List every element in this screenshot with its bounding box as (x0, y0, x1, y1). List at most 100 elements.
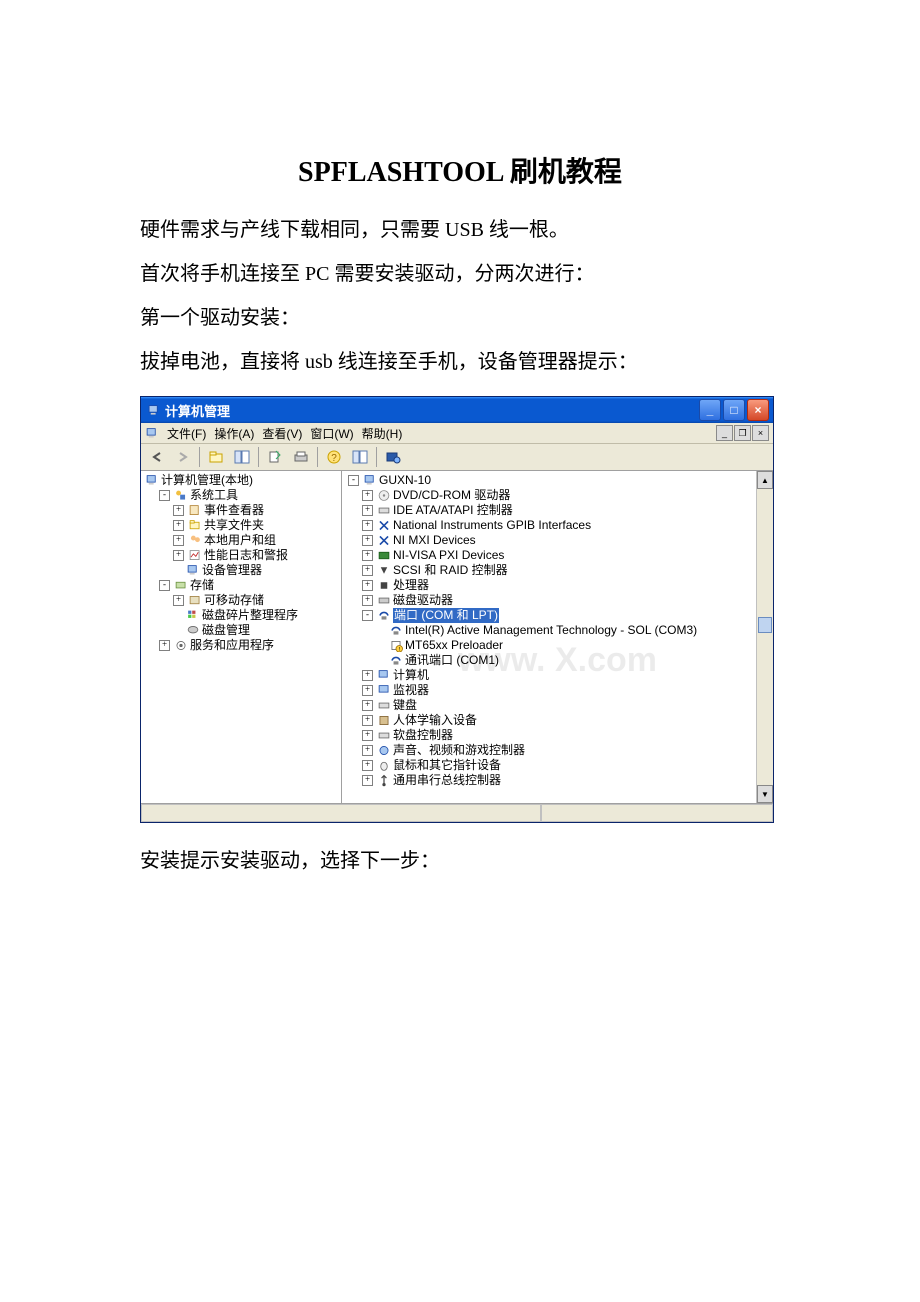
expand-icon[interactable]: + (362, 595, 373, 606)
menu-file[interactable]: 文件(F) (167, 425, 206, 442)
expand-icon[interactable]: + (362, 745, 373, 756)
menu-window[interactable]: 窗口(W) (310, 425, 353, 442)
storage-icon (174, 579, 188, 592)
back-button[interactable] (145, 445, 169, 469)
menu-action[interactable]: 操作(A) (214, 425, 254, 442)
scroll-down-button[interactable]: ▼ (757, 785, 773, 803)
expand-icon[interactable]: + (362, 775, 373, 786)
device-ports[interactable]: 端口 (COM 和 LPT) (393, 608, 499, 623)
svg-text:?: ? (331, 453, 337, 464)
window-titlebar[interactable]: 计算机管理 _ □ × (141, 397, 773, 423)
device-usb[interactable]: 通用串行总线控制器 (393, 773, 501, 788)
expand-icon[interactable]: + (173, 595, 184, 606)
mdi-close-button[interactable]: × (752, 425, 769, 441)
device-com1[interactable]: 通讯端口 (COM1) (405, 653, 499, 668)
expand-icon[interactable]: + (159, 640, 170, 651)
device-manager-icon (186, 564, 200, 577)
tree-local-users[interactable]: 本地用户和组 (204, 533, 276, 548)
left-tree-pane[interactable]: 计算机管理(本地) - 系统工具 + 事件查看器 + 共享文件夹 + 本地用户和组 + 性… (141, 471, 342, 803)
device-disk-drives[interactable]: 磁盘驱动器 (393, 593, 453, 608)
scroll-track[interactable] (757, 489, 773, 785)
device-sound[interactable]: 声音、视频和游戏控制器 (393, 743, 525, 758)
print-button[interactable] (289, 445, 313, 469)
device-processor[interactable]: 处理器 (393, 578, 429, 593)
tree-root[interactable]: 计算机管理(本地) (161, 473, 253, 488)
device-ni-visa[interactable]: NI-VISA PXI Devices (393, 548, 504, 563)
device-ni-mxi[interactable]: NI MXI Devices (393, 533, 476, 548)
help-button[interactable]: ? (322, 445, 346, 469)
expand-icon[interactable]: + (173, 520, 184, 531)
toolbar: ? (141, 444, 773, 471)
collapse-icon[interactable]: - (159, 580, 170, 591)
tree-removable-storage[interactable]: 可移动存储 (204, 593, 264, 608)
tree-device-manager[interactable]: 设备管理器 (202, 563, 262, 578)
maximize-button[interactable]: □ (723, 399, 745, 421)
refresh-button[interactable] (348, 445, 372, 469)
computer-icon (363, 474, 377, 487)
tree-storage[interactable]: 存储 (190, 578, 214, 593)
expand-icon[interactable]: + (362, 700, 373, 711)
mdi-restore-button[interactable]: ❐ (734, 425, 751, 441)
tree-performance[interactable]: 性能日志和警报 (204, 548, 288, 563)
expand-icon[interactable]: + (362, 550, 373, 561)
device-computer-name[interactable]: GUXN-10 (379, 473, 431, 488)
scan-hardware-button[interactable] (381, 445, 405, 469)
right-device-tree-pane[interactable]: - GUXN-10 + DVD/CD-ROM 驱动器 + IDE ATA/ATAPI … (342, 471, 773, 803)
computer-icon (145, 427, 159, 440)
device-computers[interactable]: 计算机 (393, 668, 429, 683)
expand-icon[interactable]: + (173, 505, 184, 516)
expand-icon[interactable]: + (362, 565, 373, 576)
tree-shared-folders[interactable]: 共享文件夹 (204, 518, 264, 533)
expand-icon[interactable]: + (362, 685, 373, 696)
device-floppy-controller[interactable]: 软盘控制器 (393, 728, 453, 743)
expand-icon[interactable]: + (173, 535, 184, 546)
unknown-device-icon: ! (389, 639, 403, 652)
expand-icon[interactable]: + (362, 520, 373, 531)
tree-event-viewer[interactable]: 事件查看器 (204, 503, 264, 518)
expand-icon[interactable]: + (362, 715, 373, 726)
expand-icon[interactable]: + (362, 760, 373, 771)
device-intel-amt[interactable]: Intel(R) Active Management Technology - … (405, 623, 697, 638)
expand-icon[interactable]: + (362, 670, 373, 681)
expand-icon[interactable]: + (362, 535, 373, 546)
up-button[interactable] (204, 445, 228, 469)
expand-icon[interactable]: + (173, 550, 184, 561)
menu-view[interactable]: 查看(V) (262, 425, 302, 442)
show-hide-button[interactable] (230, 445, 254, 469)
device-mt65xx-preloader[interactable]: MT65xx Preloader (405, 638, 503, 653)
gpib-icon (377, 519, 391, 532)
minimize-button[interactable]: _ (699, 399, 721, 421)
tree-disk-defrag[interactable]: 磁盘碎片整理程序 (202, 608, 298, 623)
collapse-icon[interactable]: - (362, 610, 373, 621)
vertical-scrollbar[interactable]: ▲ ▼ (756, 471, 773, 803)
services-icon (174, 639, 188, 652)
tree-services-apps[interactable]: 服务和应用程序 (190, 638, 274, 653)
processor-icon (377, 579, 391, 592)
defrag-icon (186, 609, 200, 622)
tree-system-tools[interactable]: 系统工具 (190, 488, 238, 503)
status-bar (141, 803, 773, 822)
device-dvd[interactable]: DVD/CD-ROM 驱动器 (393, 488, 510, 503)
expand-icon[interactable]: + (362, 730, 373, 741)
forward-button[interactable] (171, 445, 195, 469)
close-button[interactable]: × (747, 399, 769, 421)
device-hid[interactable]: 人体学输入设备 (393, 713, 477, 728)
expand-icon[interactable]: + (362, 580, 373, 591)
menu-help[interactable]: 帮助(H) (362, 425, 403, 442)
tree-disk-management[interactable]: 磁盘管理 (202, 623, 250, 638)
device-keyboards[interactable]: 键盘 (393, 698, 417, 713)
mouse-icon (377, 759, 391, 772)
scroll-up-button[interactable]: ▲ (757, 471, 773, 489)
expand-icon[interactable]: + (362, 505, 373, 516)
device-gpib[interactable]: National Instruments GPIB Interfaces (393, 518, 591, 533)
scroll-thumb[interactable] (758, 617, 772, 633)
device-monitors[interactable]: 监视器 (393, 683, 429, 698)
device-scsi[interactable]: SCSI 和 RAID 控制器 (393, 563, 508, 578)
collapse-icon[interactable]: - (159, 490, 170, 501)
collapse-icon[interactable]: - (348, 475, 359, 486)
device-ide[interactable]: IDE ATA/ATAPI 控制器 (393, 503, 513, 518)
expand-icon[interactable]: + (362, 490, 373, 501)
device-mouse[interactable]: 鼠标和其它指针设备 (393, 758, 501, 773)
mdi-minimize-button[interactable]: _ (716, 425, 733, 441)
properties-button[interactable] (263, 445, 287, 469)
